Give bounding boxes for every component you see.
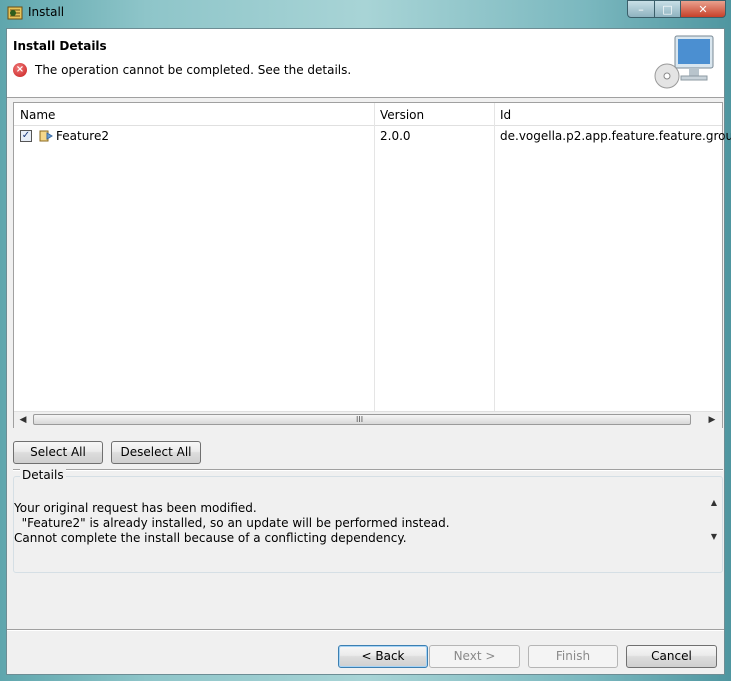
page-title: Install Details xyxy=(13,39,107,53)
install-window: Install – □ ✕ Install Details × The oper… xyxy=(0,0,731,681)
features-table[interactable]: Name Version Id ✓ Feature2 2.0.0 de.voge… xyxy=(13,102,731,428)
wizard-header: Install Details × The operation cannot b… xyxy=(7,29,724,98)
deselect-all-button[interactable]: Deselect All xyxy=(111,441,201,464)
row-checkbox[interactable]: ✓ xyxy=(20,130,32,142)
back-button[interactable]: < Back xyxy=(338,645,428,668)
minimize-button[interactable]: – xyxy=(627,0,655,18)
column-header-version[interactable]: Version xyxy=(374,103,424,125)
maximize-button[interactable]: □ xyxy=(654,0,681,18)
scroll-up-icon[interactable]: ▲ xyxy=(708,497,720,509)
next-button[interactable]: Next > xyxy=(429,645,520,668)
finish-button[interactable]: Finish xyxy=(528,645,618,668)
feature-version: 2.0.0 xyxy=(380,129,411,143)
dialog-body: Install Details × The operation cannot b… xyxy=(6,28,731,675)
maximize-icon: □ xyxy=(662,2,673,16)
scroll-thumb[interactable]: III xyxy=(33,414,691,425)
cancel-button[interactable]: Cancel xyxy=(626,645,717,668)
scroll-left-icon[interactable]: ◀ xyxy=(17,414,29,426)
select-all-button[interactable]: Select All xyxy=(13,441,103,464)
column-divider xyxy=(374,103,375,411)
close-button[interactable]: ✕ xyxy=(680,0,726,18)
close-icon: ✕ xyxy=(698,2,708,16)
table-header: Name Version Id xyxy=(14,103,722,126)
scroll-down-icon[interactable]: ▼ xyxy=(708,531,720,543)
column-header-id[interactable]: Id xyxy=(494,103,511,125)
vertical-scrollbar[interactable]: ▲ ▼ xyxy=(706,497,722,549)
scroll-right-icon[interactable]: ▶ xyxy=(706,414,718,426)
divider xyxy=(13,469,723,471)
minimize-icon: – xyxy=(638,2,644,16)
window-title: Install xyxy=(28,5,65,19)
title-bar[interactable]: Install – □ ✕ xyxy=(0,0,731,26)
feature-id: de.vogella.p2.app.feature.feature.group xyxy=(500,129,731,143)
horizontal-scrollbar[interactable]: ◀ III ▶ xyxy=(14,411,722,428)
details-text[interactable]: Your original request has been modified.… xyxy=(14,501,700,546)
feature-name: Feature2 xyxy=(56,129,109,143)
table-row[interactable]: ✓ Feature2 2.0.0 de.vogella.p2.app.featu… xyxy=(14,126,731,146)
computer-install-icon xyxy=(654,35,714,89)
details-label: Details xyxy=(20,468,66,482)
feature-icon xyxy=(39,130,53,142)
details-group: Details Your original request has been m… xyxy=(13,468,723,573)
grip-icon: III xyxy=(356,415,364,424)
eclipse-app-icon xyxy=(7,6,23,20)
error-x-icon: × xyxy=(13,63,27,77)
column-header-name[interactable]: Name xyxy=(14,103,55,125)
divider xyxy=(7,629,724,631)
error-message: The operation cannot be completed. See t… xyxy=(35,63,352,77)
column-divider xyxy=(494,103,495,411)
